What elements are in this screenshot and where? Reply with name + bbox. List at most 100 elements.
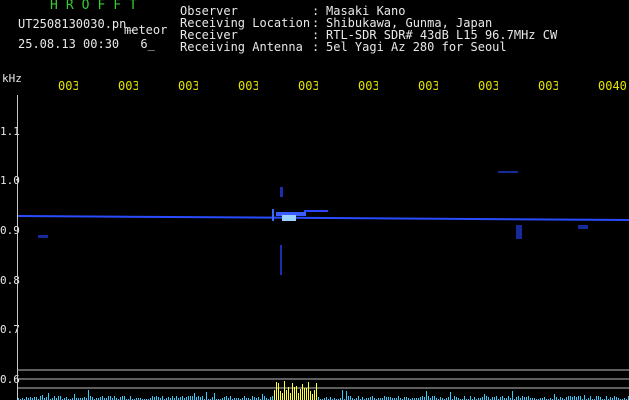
meter-bar: [262, 394, 263, 400]
echo-mark: [272, 209, 274, 221]
meter-bar: [264, 396, 265, 400]
meter-bar: [214, 393, 215, 400]
meter-bar: [206, 392, 207, 400]
meter-bar: [88, 390, 89, 400]
meter-bar: [598, 396, 599, 400]
meter-bar: [108, 396, 109, 400]
info-row-antenna: Receiving Antenna : 5el Yagi Az 280 for …: [180, 41, 557, 53]
meter-bar: [614, 396, 615, 400]
meter-bar: [422, 396, 423, 400]
meter-bar: [496, 396, 497, 400]
meter-bar: [74, 394, 75, 400]
meter-bar: [312, 394, 313, 400]
meter-bar: [316, 383, 317, 400]
meter-bar: [300, 389, 301, 400]
meter-bar: [226, 396, 227, 400]
meter-bar: [280, 391, 281, 400]
meter-bar: [590, 396, 591, 400]
meteor-label: meteor: [124, 23, 168, 37]
meter-bar: [578, 396, 579, 400]
meter-bar: [384, 396, 385, 400]
time-label: 003: [298, 80, 318, 93]
meter-bar: [470, 396, 471, 400]
station-info: Observer : Masaki Kano Receiving Locatio…: [180, 5, 557, 53]
meter-bar: [310, 391, 311, 400]
meter-bar: [48, 393, 49, 400]
meter-bar: [568, 396, 569, 400]
meter-bar: [502, 396, 503, 400]
info-value: 5el Yagi Az 280 for Seoul: [326, 40, 507, 54]
meter-bar: [294, 387, 295, 400]
hrofft-logo: HROFFT: [50, 0, 145, 13]
time-label: 003: [238, 80, 258, 93]
meteor-echo: [38, 171, 588, 275]
meter-bar: [230, 396, 231, 400]
meter-bar: [90, 396, 91, 400]
echo-mark: [516, 225, 522, 239]
time-label: 003: [58, 80, 78, 93]
meter-bar: [342, 390, 343, 400]
meter-bar: [130, 396, 131, 400]
meter-bar: [202, 396, 203, 400]
meter-bar: [42, 395, 43, 400]
info-key: Receiving Antenna: [180, 40, 303, 54]
meter-bar: [284, 381, 285, 400]
meter-bar: [252, 396, 253, 400]
meter-bar: [276, 382, 277, 400]
meter-bar: [102, 396, 103, 400]
khz-unit-label: kHz: [2, 72, 22, 85]
meter-bar: [464, 396, 465, 400]
meter-bar: [528, 396, 529, 400]
meter-bar: [432, 396, 433, 400]
meter-bar: [296, 386, 297, 400]
meter-bar: [60, 396, 61, 400]
echo-mark: [282, 215, 296, 221]
echo-mark: [304, 210, 328, 212]
echo-mark: [578, 225, 588, 229]
meter-bar: [522, 396, 523, 400]
echo-mark: [38, 235, 48, 238]
meter-bar: [292, 383, 293, 400]
meter-bar: [274, 390, 275, 400]
time-label: 003: [358, 80, 378, 93]
meter-bar: [122, 396, 123, 400]
meter-bar: [398, 396, 399, 400]
meter-bar: [348, 396, 349, 400]
meter-bar: [554, 394, 555, 400]
echo-mark: [280, 245, 282, 275]
meter-bar: [306, 388, 307, 400]
meter-bar: [580, 396, 581, 400]
meter-bar: [288, 387, 289, 400]
meter-bar: [434, 396, 435, 400]
spectrogram-plot: [18, 171, 629, 400]
meter-bar: [198, 396, 199, 400]
meter-bar: [584, 395, 585, 400]
meter-bar: [114, 396, 115, 400]
meter-bar: [596, 396, 597, 400]
meter-bar: [350, 396, 351, 400]
meter-bar: [290, 393, 291, 400]
meter-bar: [454, 396, 455, 400]
meter-bar: [286, 390, 287, 400]
meter-bar: [244, 396, 245, 400]
counter-value: 6_: [140, 37, 155, 51]
meter-bar: [358, 396, 359, 400]
meter-bar: [124, 396, 125, 400]
meter-bar: [272, 396, 273, 400]
echo-mark: [280, 187, 283, 197]
meter-bar: [152, 396, 153, 400]
time-label: 0040: [598, 80, 627, 93]
echo-mark: [498, 171, 518, 173]
time-label: 003: [478, 80, 498, 93]
meter-bar: [518, 396, 519, 400]
time-label: 003: [538, 80, 558, 93]
time-label: 003: [178, 80, 198, 93]
meter-bar: [58, 396, 59, 400]
meter-bar: [372, 396, 373, 400]
meter-bar: [54, 396, 55, 400]
meter-bar: [570, 396, 571, 400]
meter-bar: [486, 396, 487, 400]
meter-bar: [176, 396, 177, 400]
filename-label: UT2508130030.pn_: [18, 17, 134, 31]
meter-bar: [346, 391, 347, 400]
